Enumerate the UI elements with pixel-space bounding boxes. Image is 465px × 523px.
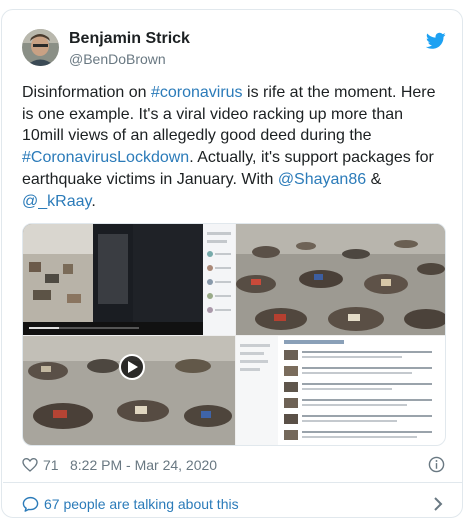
info-icon[interactable]: [428, 456, 445, 473]
media-photo-1[interactable]: [23, 224, 235, 335]
tweet-text-segment: .: [91, 192, 96, 210]
heart-icon[interactable]: [22, 457, 38, 473]
conversation-link[interactable]: 67 people are talking about this: [22, 495, 447, 515]
like-count[interactable]: 71: [43, 457, 59, 473]
tweet-link[interactable]: @Shayan86: [278, 171, 366, 188]
divider: [3, 482, 463, 483]
speech-bubble-icon: [22, 496, 39, 512]
avatar[interactable]: [22, 29, 59, 66]
tweet-text-segment: Disinformation on: [22, 84, 151, 101]
tweet-timestamp[interactable]: 8:22 PM - Mar 24, 2020: [70, 457, 217, 473]
tweet-meta: 71 8:22 PM - Mar 24, 2020: [22, 455, 447, 477]
author-handle[interactable]: @BenDoBrown: [69, 51, 166, 67]
tweet-card[interactable]: Benjamin Strick @BenDoBrown Disinformati…: [1, 9, 463, 518]
media-video[interactable]: [23, 336, 235, 445]
tweet-link[interactable]: #coronavirus: [151, 84, 243, 101]
tweet-link[interactable]: @_kRaay: [22, 193, 91, 210]
twitter-bird-icon[interactable]: [425, 32, 446, 50]
tweet-text-segment: &: [366, 170, 382, 188]
author-name[interactable]: Benjamin Strick: [69, 30, 190, 48]
tweet-text: Disinformation on #coronavirus is rife a…: [22, 82, 447, 212]
media-photo-3[interactable]: [236, 336, 445, 445]
tweet-link[interactable]: #CoronavirusLockdown: [22, 149, 189, 166]
conversation-label[interactable]: 67 people are talking about this: [44, 496, 239, 512]
media-grid[interactable]: [22, 223, 446, 446]
media-photo-2[interactable]: [236, 224, 445, 335]
play-icon[interactable]: [119, 354, 145, 380]
chevron-right-icon[interactable]: [432, 497, 444, 511]
